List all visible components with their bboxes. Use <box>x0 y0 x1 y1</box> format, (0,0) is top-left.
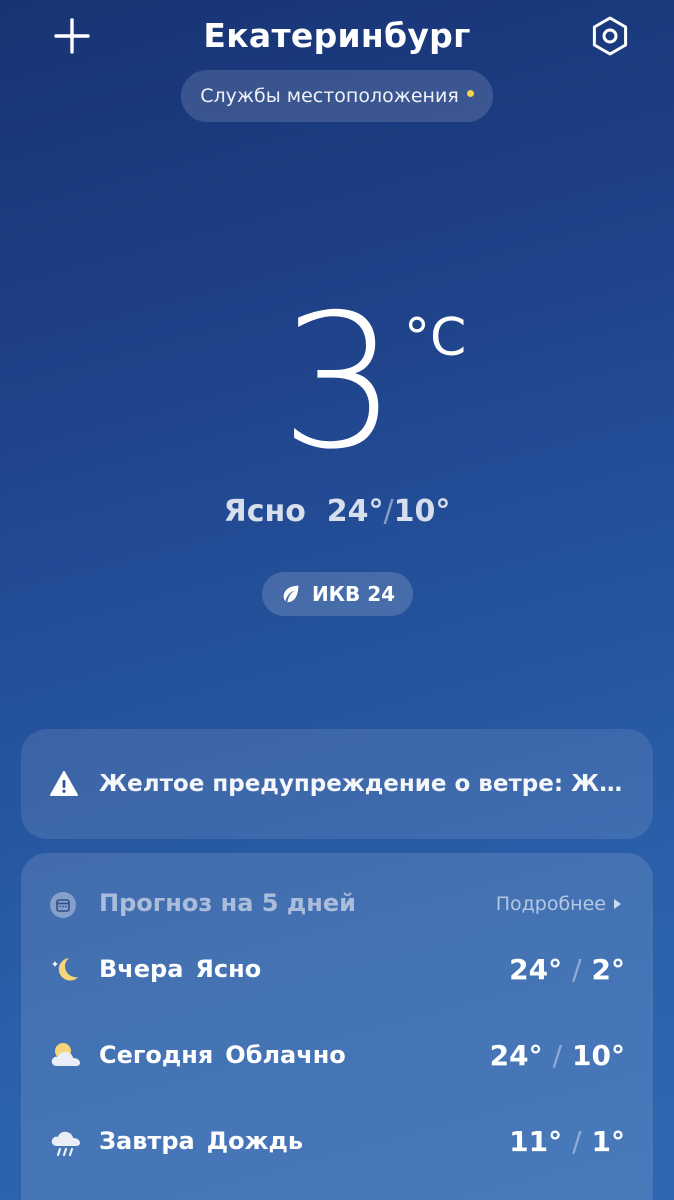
aqi-label: ИКВ 24 <box>311 582 396 606</box>
forecast-day-label: Сегодня Облачно <box>99 1041 346 1069</box>
weather-alert-card[interactable]: Желтое предупреждение о ветре: Же... <box>21 729 653 839</box>
day-name: Сегодня <box>99 1041 214 1069</box>
temp-separator: / <box>572 1125 582 1158</box>
top-bar: Екатеринбург <box>0 0 674 80</box>
temperature-unit: °C <box>404 308 467 368</box>
forecast-more-link[interactable]: Подробнее <box>496 893 621 915</box>
moon-night-icon <box>52 958 78 981</box>
forecast-temps: 24° / 10° <box>490 1039 625 1072</box>
day-condition: Ясно <box>195 955 262 983</box>
temp-separator: / <box>572 953 582 986</box>
temp-separator: / <box>552 1039 563 1072</box>
forecast-temps: 24° / 2° <box>509 953 625 986</box>
temperature-value: 3 <box>280 274 398 490</box>
calendar-icon <box>50 892 76 918</box>
forecast-day-label: Вчера Ясно <box>99 955 261 983</box>
condition-text: Ясно <box>223 494 306 529</box>
day-condition: Облачно <box>225 1041 346 1069</box>
day-condition: Дождь <box>206 1127 304 1155</box>
settings-hexagon-icon <box>592 16 628 56</box>
low-temp: 10° <box>393 494 451 529</box>
location-services-pill[interactable]: Службы местоположения <box>181 70 493 122</box>
partly-cloudy-icon <box>51 1043 80 1066</box>
day-low: 2° <box>591 953 625 986</box>
day-low: 10° <box>572 1039 625 1072</box>
day-high: 24° <box>489 1039 543 1072</box>
aqi-pill[interactable]: ИКВ 24 <box>262 572 413 616</box>
day-name: Завтра <box>99 1127 195 1155</box>
current-condition-line: Ясно 24°/10° <box>0 494 674 529</box>
forecast-day-label: Завтра Дождь <box>99 1127 303 1155</box>
rain-cloud-icon <box>51 1131 80 1157</box>
forecast-title: Прогноз на 5 дней <box>99 889 356 917</box>
day-low: 1° <box>591 1125 625 1158</box>
city-title: Екатеринбург <box>203 16 471 55</box>
forecast-more-label: Подробнее <box>495 893 606 915</box>
warning-triangle-icon <box>50 771 78 796</box>
temp-separator: / <box>383 494 394 529</box>
day-high: 24° <box>509 953 563 986</box>
forecast-header: Прогноз на 5 дней Подробнее <box>49 883 625 925</box>
settings-button[interactable] <box>588 14 632 58</box>
high-temp: 24° <box>326 494 384 529</box>
alert-text: Желтое предупреждение о ветре: Же... <box>99 771 629 797</box>
day-name: Вчера <box>99 955 184 983</box>
current-temperature: 3 °C <box>0 290 674 475</box>
location-status-dot <box>466 89 474 97</box>
chevron-right-icon <box>614 899 621 909</box>
location-services-label: Службы местоположения <box>200 85 459 107</box>
five-day-forecast-card: Прогноз на 5 дней Подробнее Вчера Ясно 24… <box>21 853 653 1200</box>
day-high: 11° <box>509 1125 563 1158</box>
forecast-temps: 11° / 1° <box>509 1125 625 1158</box>
forecast-row-yesterday[interactable]: Вчера Ясно 24° / 2° <box>49 943 625 1003</box>
leaf-icon <box>283 585 299 603</box>
forecast-row-tomorrow[interactable]: Завтра Дождь 11° / 1° <box>49 1115 625 1175</box>
forecast-row-today[interactable]: Сегодня Облачно 24° / 10° <box>49 1029 625 1089</box>
